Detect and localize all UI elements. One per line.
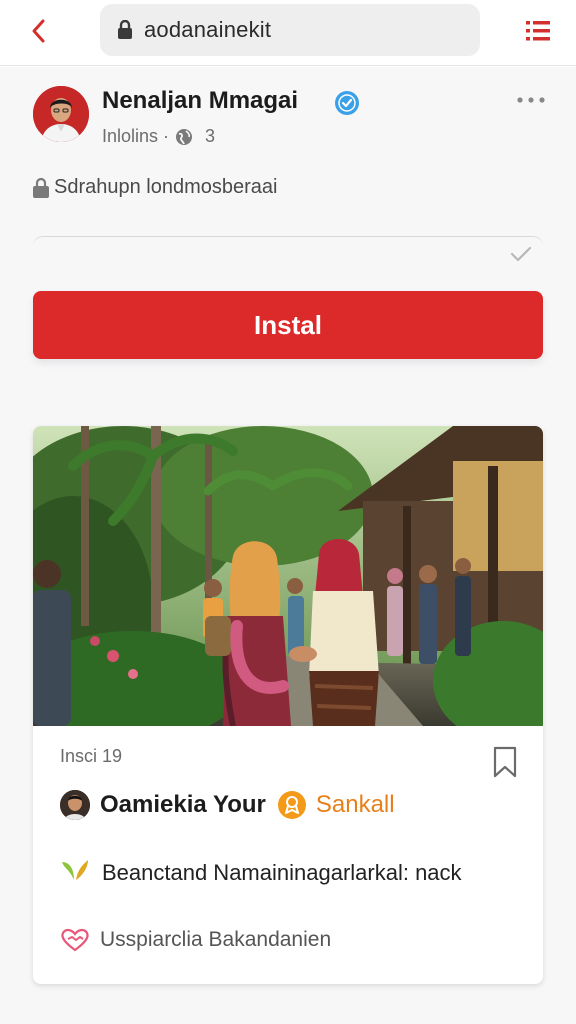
install-button[interactable]: Instal <box>33 291 543 359</box>
leaf-icon <box>62 860 88 880</box>
description-line: Beanctand Namaininagarlarkal: nack <box>60 856 502 890</box>
heart-handshake-icon <box>61 928 89 952</box>
verified-badge-icon <box>335 91 359 115</box>
browser-top-bar: aodanainekit <box>0 0 576 66</box>
badge-icon <box>277 791 306 819</box>
more-dots-icon[interactable] <box>516 92 546 108</box>
notice-text: Sdrahupn londmosberaai <box>54 176 278 198</box>
lock-icon <box>114 17 136 43</box>
globe-icon <box>176 128 193 145</box>
author-name[interactable]: Oamiekia Your <box>100 791 266 819</box>
lock-icon <box>33 177 49 198</box>
text-input-field[interactable] <box>33 236 543 276</box>
profile-meta: Inlolins · 3 <box>102 126 215 147</box>
author-row: Oamiekia Your Sankall <box>60 790 395 820</box>
tag-label[interactable]: Sankall <box>316 791 395 819</box>
bookmark-icon[interactable] <box>492 746 518 778</box>
address-bar[interactable]: aodanainekit <box>100 4 480 56</box>
description-text: Beanctand Namaininagarlarkal: nack <box>102 860 462 885</box>
post-photo[interactable] <box>33 426 543 726</box>
post-date: Insci 19 <box>60 746 123 766</box>
profile-meta-count: 3 <box>205 126 216 146</box>
sub-description-text: Usspiarclia Bakandanien <box>100 928 332 951</box>
url-text: aodanainekit <box>144 17 272 42</box>
sub-description-line: Usspiarclia Bakandanien <box>60 928 331 952</box>
post-card[interactable]: Insci 19 Oamiekia Your Sankall Beanctand <box>33 426 543 984</box>
profile-name[interactable]: Nenaljan Mmagai <box>102 87 298 115</box>
profile-meta-text: Inlolins · <box>102 126 170 146</box>
check-icon <box>510 246 532 262</box>
chevron-left-icon <box>32 19 45 43</box>
avatar[interactable] <box>33 86 89 142</box>
back-button[interactable] <box>22 14 56 48</box>
menu-button[interactable] <box>522 16 554 46</box>
notice-row: Sdrahupn londmosberaai <box>32 176 278 199</box>
author-avatar[interactable] <box>60 790 90 820</box>
hamburger-menu-icon <box>526 21 550 41</box>
